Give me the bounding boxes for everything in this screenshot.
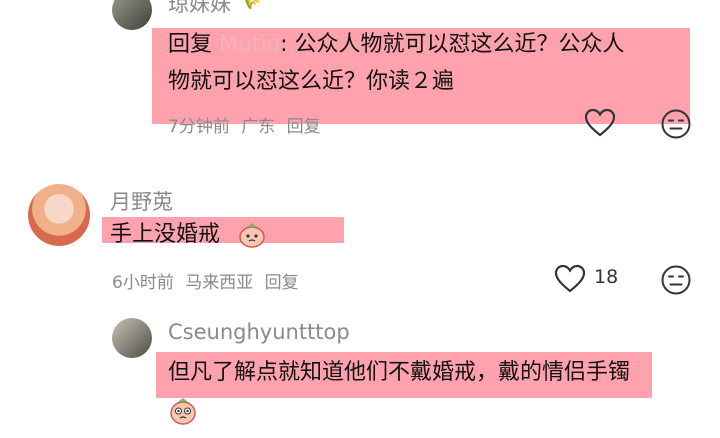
comment-text-line1: : 公众人物就可以怼这么近？公众人 bbox=[280, 32, 625, 57]
reply-label: 回复 bbox=[168, 32, 213, 57]
mention-link[interactable]: Mutio bbox=[219, 32, 280, 57]
username[interactable]: Cseunghyuntttop bbox=[168, 320, 350, 344]
dislike-face-icon[interactable] bbox=[660, 264, 692, 296]
comment-meta: 7分钟前 广东 回复 bbox=[168, 112, 321, 137]
timestamp: 7分钟前 bbox=[168, 117, 230, 137]
like-count: 18 bbox=[594, 266, 619, 288]
dislike-face-icon[interactable] bbox=[660, 108, 692, 140]
sticker-emoji-icon bbox=[238, 222, 266, 248]
username[interactable]: 琼妹妹 bbox=[168, 0, 231, 18]
wheat-emoji-icon: 🌾 bbox=[240, 0, 263, 11]
username[interactable]: 月野莵 bbox=[110, 186, 173, 216]
timestamp: 6小时前 bbox=[112, 273, 174, 293]
comment-meta: 6小时前 马来西亚 回复 bbox=[112, 268, 299, 293]
comment-text: 回复 Mutio: 公众人物就可以怼这么近？公众人 物就可以怼这么近？你读２遍 bbox=[168, 26, 688, 100]
comment-text: 手上没婚戒 bbox=[110, 222, 221, 247]
avatar[interactable] bbox=[112, 318, 152, 358]
reply-button[interactable]: 回复 bbox=[287, 117, 321, 137]
comment-text: 但凡了解点就知道他们不戴婚戒，戴的情侣手镯 bbox=[168, 360, 631, 385]
heart-outline-icon[interactable] bbox=[584, 108, 616, 138]
reply-button[interactable]: 回复 bbox=[265, 273, 299, 293]
heart-outline-icon[interactable] bbox=[554, 264, 586, 294]
avatar[interactable] bbox=[112, 0, 152, 30]
avatar[interactable] bbox=[28, 184, 90, 246]
comment-text-line2: 物就可以怼这么近？你读２遍 bbox=[168, 69, 455, 94]
sticker-emoji-icon bbox=[168, 396, 198, 426]
location: 马来西亚 bbox=[185, 273, 254, 293]
location: 广东 bbox=[241, 117, 276, 137]
